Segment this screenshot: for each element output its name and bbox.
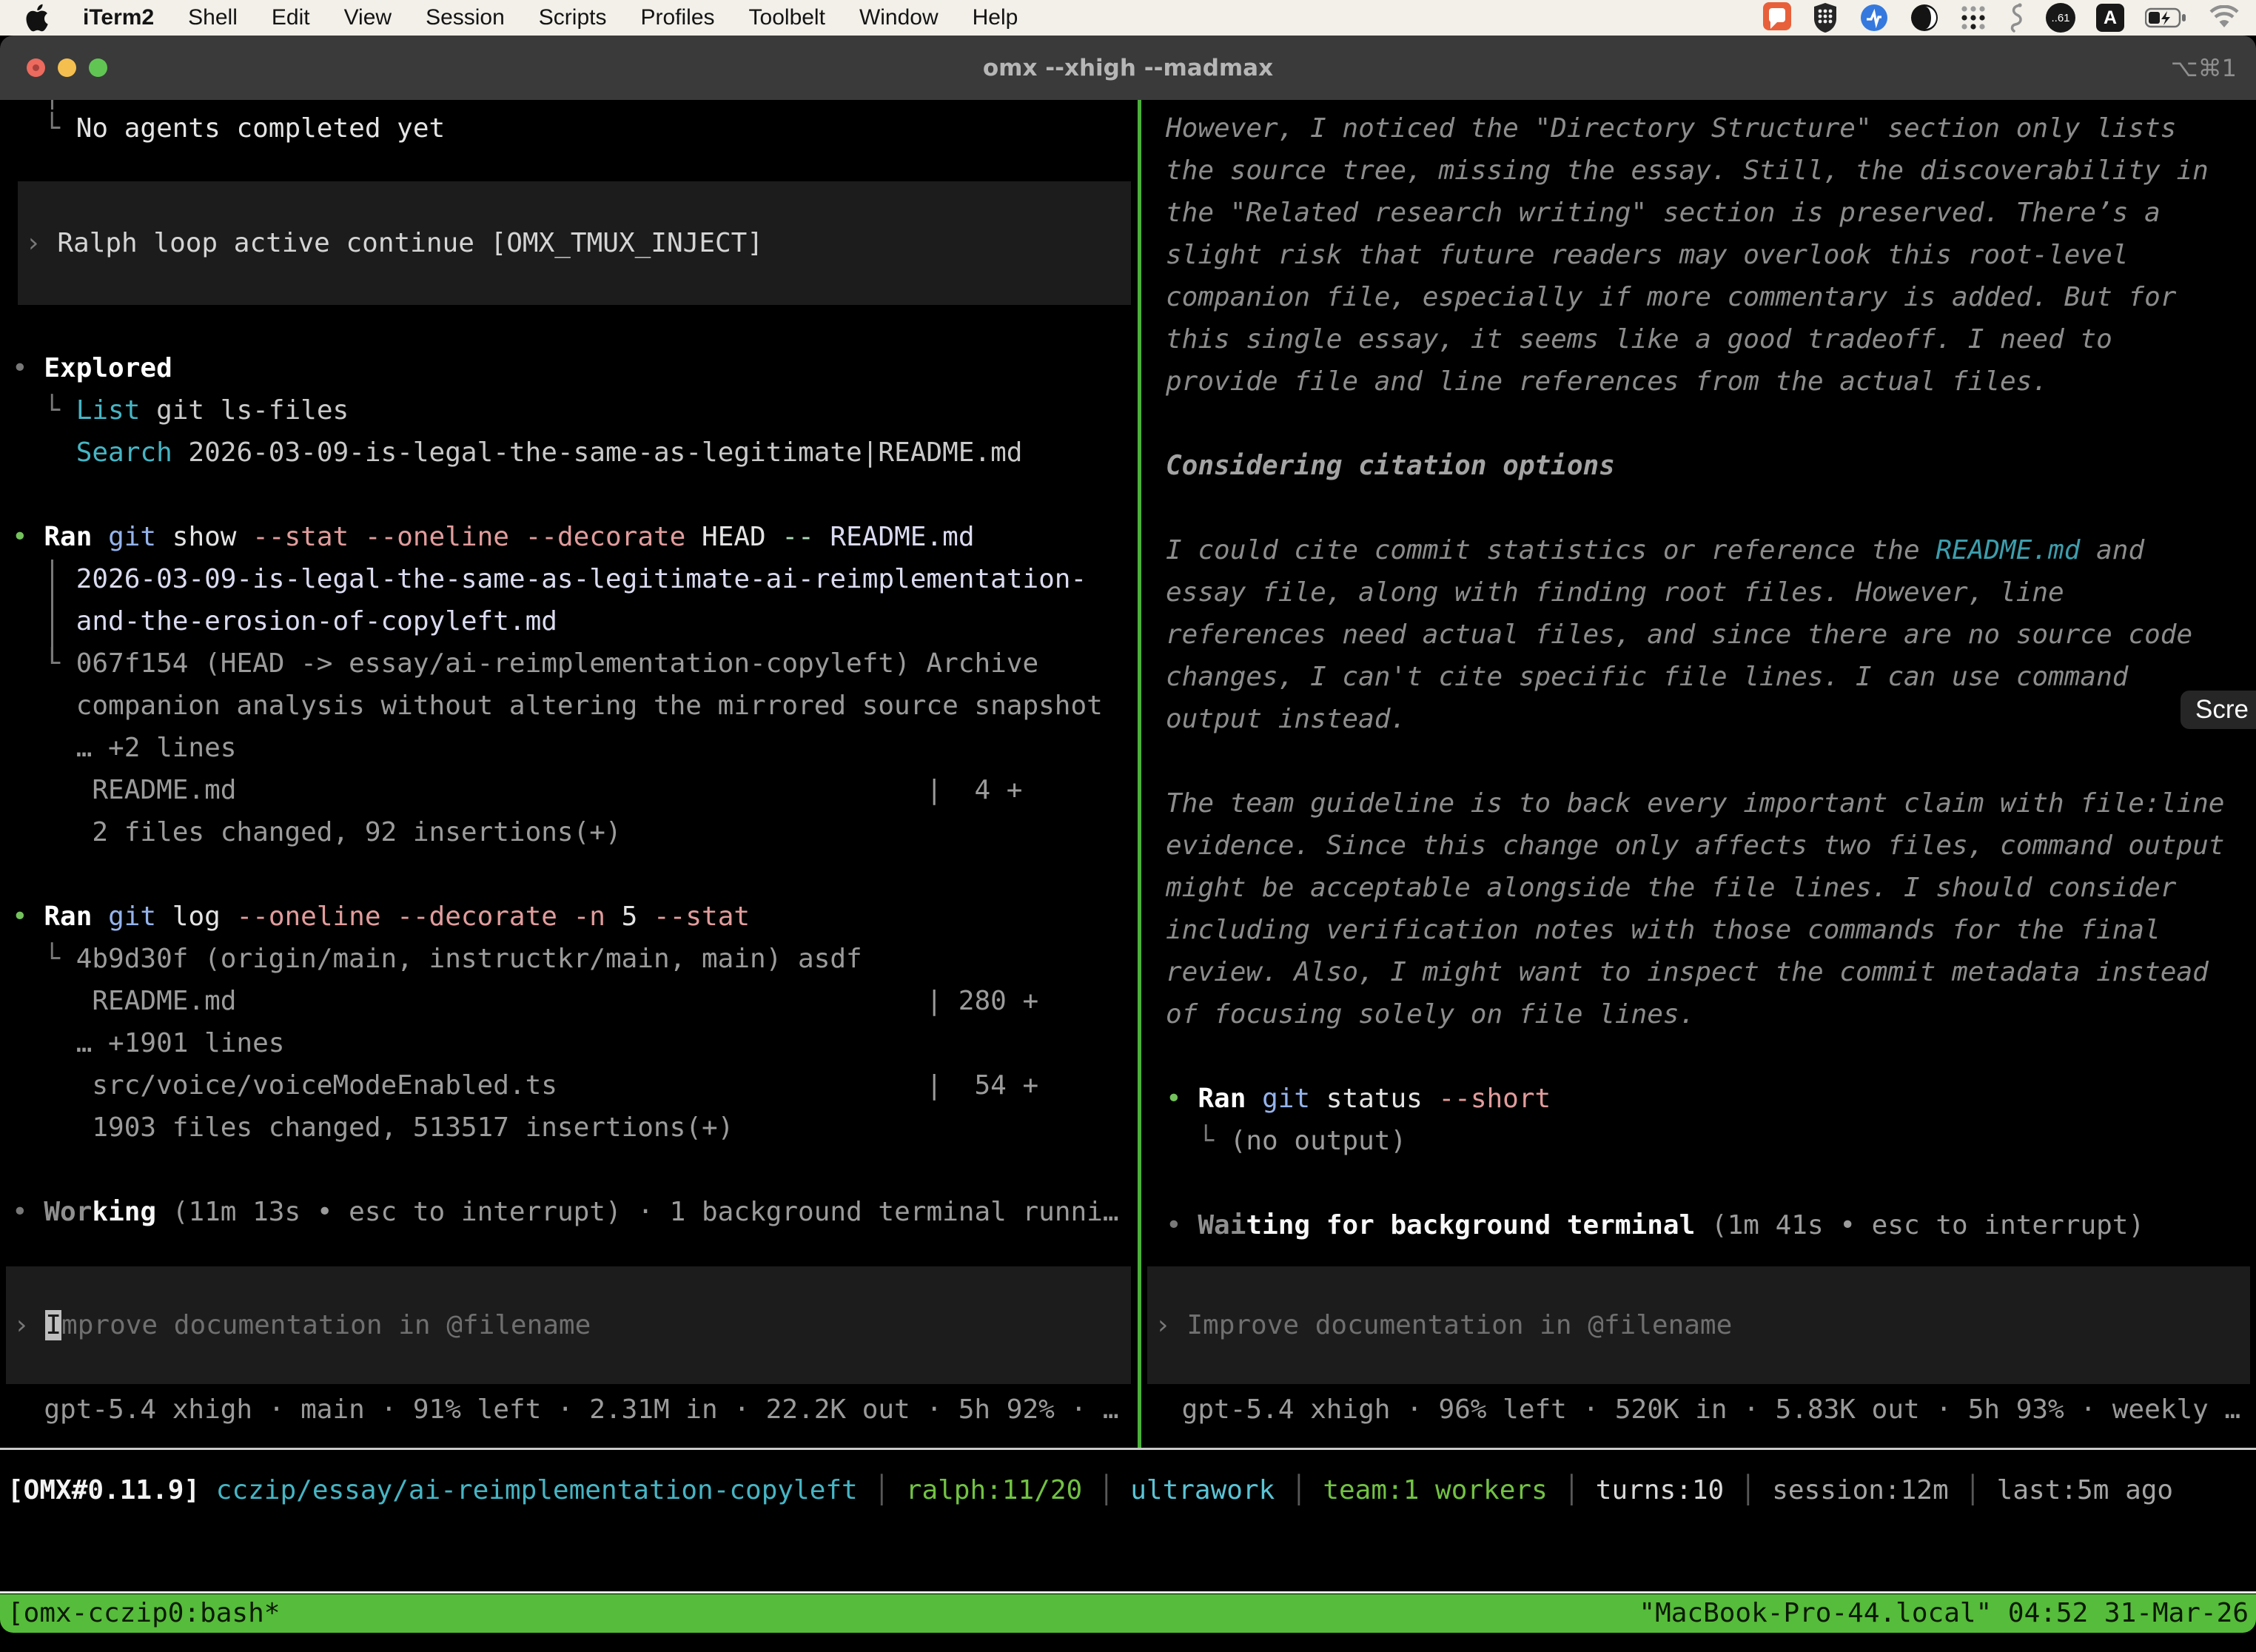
terminal-line: slight risk that future readers may over… bbox=[1166, 234, 2256, 276]
battery-icon[interactable] bbox=[2145, 1, 2188, 34]
menu-item-window[interactable]: Window bbox=[859, 5, 939, 30]
terminal-line: including verification notes with those … bbox=[1166, 909, 2256, 951]
menu-status-icons: ..61 A bbox=[1763, 1, 2256, 34]
terminal-line: essay file, along with finding root file… bbox=[1166, 571, 2256, 614]
badge-61-icon[interactable]: ..61 bbox=[2046, 1, 2075, 34]
menu-item-edit[interactable]: Edit bbox=[272, 5, 310, 30]
menu-item-profiles[interactable]: Profiles bbox=[640, 5, 714, 30]
terminal-line: and-the-erosion-of-copyleft.md bbox=[12, 600, 1138, 642]
terminal-line: changes, I can't cite specific file line… bbox=[1166, 656, 2256, 698]
terminal-line: • Ran git show --stat --oneline --decora… bbox=[12, 516, 1138, 558]
terminal-scrollback: └ No agents completed yet › Ralph loop ac… bbox=[0, 100, 1138, 1233]
menu-item-toolbelt[interactable]: Toolbelt bbox=[749, 5, 825, 30]
terminal-line: Considering citation options bbox=[1166, 445, 2256, 487]
terminal-pane-right[interactable]: However, I noticed the "Directory Struct… bbox=[1141, 100, 2256, 1448]
menu-item-scripts[interactable]: Scripts bbox=[539, 5, 607, 30]
tmux-status-bar: [omx-cczip0:bash* "MacBook-Pro-44.local"… bbox=[0, 1594, 2256, 1633]
terminal-line: … +1901 lines bbox=[12, 1022, 1138, 1064]
menu-item-session[interactable]: Session bbox=[426, 5, 505, 30]
terminal-line: • Ran git status --short bbox=[1166, 1078, 2256, 1120]
prompt-input[interactable]: › Improve documentation in @filename bbox=[1155, 1304, 2243, 1346]
tmux-separator-line bbox=[0, 1591, 2256, 1594]
close-button-icon[interactable] bbox=[27, 58, 45, 77]
shield-grid-icon[interactable] bbox=[1812, 1, 1839, 34]
terminal-line: might be acceptable alongside the file l… bbox=[1166, 867, 2256, 909]
menu-item-help[interactable]: Help bbox=[973, 5, 1018, 30]
model-status-line: gpt-5.4 xhigh · main · 91% left · 2.31M … bbox=[12, 1389, 1119, 1431]
terminal-line: the "Related research writing" section i… bbox=[1166, 192, 2256, 234]
omx-status-bar: [OMX#0.11.9] cczip/essay/ai-reimplementa… bbox=[0, 1469, 2256, 1511]
terminal-line: references need actual files, and since … bbox=[1166, 614, 2256, 656]
prompt-box[interactable]: › Ralph loop active continue [OMX_TMUX_I… bbox=[18, 181, 1131, 305]
menu-item-shell[interactable]: Shell bbox=[188, 5, 238, 30]
zoom-button-icon[interactable] bbox=[89, 58, 107, 77]
pulse-badge-icon[interactable] bbox=[1859, 1, 1889, 34]
terminal-line: README.md | 4 + bbox=[12, 769, 1138, 811]
terminal-line: review. Also, I might want to inspect th… bbox=[1166, 951, 2256, 993]
model-status-line: gpt-5.4 xhigh · 96% left · 520K in · 5.8… bbox=[1166, 1389, 2240, 1431]
terminal-line: provide file and line references from th… bbox=[1166, 360, 2256, 403]
terminal-line: 2026-03-09-is-legal-the-same-as-legitima… bbox=[12, 558, 1138, 600]
macos-menu-bar: iTerm2 Shell Edit View Session Scripts Profile… bbox=[0, 0, 2256, 36]
screen-share-overlay[interactable]: Scre bbox=[2181, 691, 2256, 729]
terminal-line: the source tree, missing the essay. Stil… bbox=[1166, 150, 2256, 192]
apple-icon[interactable] bbox=[25, 1, 49, 34]
chat-badge-icon[interactable] bbox=[1763, 1, 1791, 34]
tmux-host-clock-label: "MacBook-Pro-44.local" 04:52 31-Mar-26 bbox=[1639, 1594, 2249, 1633]
terminal-line: 1903 files changed, 513517 insertions(+) bbox=[12, 1107, 1138, 1149]
prompt-box[interactable]: › Improve documentation in @filename bbox=[1147, 1266, 2250, 1384]
terminal-line: src/voice/voiceModeEnabled.ts | 54 + bbox=[12, 1064, 1138, 1107]
terminal-line: • Waiting for background terminal (1m 41… bbox=[1166, 1204, 2256, 1246]
minimize-button-icon[interactable] bbox=[58, 58, 76, 77]
terminal-line: … +2 lines bbox=[12, 727, 1138, 769]
menu-item-iterm2[interactable]: iTerm2 bbox=[83, 5, 154, 30]
window-title: omx --xhigh --madmax bbox=[0, 55, 2256, 81]
terminal-line: evidence. Since this change only affects… bbox=[1166, 825, 2256, 867]
terminal-line: this single essay, it seems like a good … bbox=[1166, 318, 2256, 360]
pie-badge-icon[interactable] bbox=[1910, 1, 1939, 34]
status-separator-line bbox=[0, 1448, 2256, 1450]
terminal-line: └ No agents completed yet bbox=[12, 107, 1138, 150]
terminal-line: └ List git ls-files bbox=[12, 389, 1138, 432]
terminal-line: However, I noticed the "Directory Struct… bbox=[1166, 107, 2256, 150]
terminal-scrollback: However, I noticed the "Directory Struct… bbox=[1141, 100, 2256, 1246]
dots-grid-icon[interactable] bbox=[1960, 1, 1987, 34]
terminal-line: └ (no output) bbox=[1166, 1120, 2256, 1162]
window-titlebar[interactable]: omx --xhigh --madmax ⌥⌘1 bbox=[0, 36, 2256, 100]
terminal-line: • Working (11m 13s • esc to interrupt) ·… bbox=[12, 1191, 1138, 1233]
input-source-a-icon[interactable]: A bbox=[2096, 1, 2124, 34]
menu-items: iTerm2 Shell Edit View Session Scripts Profile… bbox=[0, 1, 1018, 34]
tmux-session-label: [omx-cczip0:bash* bbox=[7, 1594, 280, 1633]
terminal-line: └ 067f154 (HEAD -> essay/ai-reimplementa… bbox=[12, 642, 1138, 685]
terminal-line: › Ralph loop active continue [OMX_TMUX_I… bbox=[25, 222, 1124, 264]
terminal-line: companion file, especially if more comme… bbox=[1166, 276, 2256, 318]
prompt-box[interactable]: › Improve documentation in @filename bbox=[6, 1266, 1131, 1384]
terminal-line: output instead. bbox=[1166, 698, 2256, 740]
traffic-lights bbox=[27, 36, 107, 100]
terminal-line: The team guideline is to back every impo… bbox=[1166, 782, 2256, 825]
hook-glyph-icon[interactable] bbox=[2007, 1, 2025, 34]
terminal-line: • Ran git log --oneline --decorate -n 5 … bbox=[12, 896, 1138, 938]
terminal-line: README.md | 280 + bbox=[12, 980, 1138, 1022]
terminal-line: I could cite commit statistics or refere… bbox=[1166, 529, 2256, 571]
prompt-input[interactable]: › Improve documentation in @filename bbox=[13, 1304, 1124, 1346]
wifi-icon[interactable] bbox=[2209, 1, 2240, 34]
terminal-line: └ 4b9d30f (origin/main, instructkr/main,… bbox=[12, 938, 1138, 980]
terminal-pane-left[interactable]: └ No agents completed yet › Ralph loop ac… bbox=[0, 100, 1138, 1448]
menu-item-view[interactable]: View bbox=[344, 5, 392, 30]
terminal-line: 2 files changed, 92 insertions(+) bbox=[12, 811, 1138, 853]
terminal-line: of focusing solely on file lines. bbox=[1166, 993, 2256, 1035]
iterm2-window: omx --xhigh --madmax ⌥⌘1 └ No agents com… bbox=[0, 36, 2256, 1633]
terminal-line: companion analysis without altering the … bbox=[12, 685, 1138, 727]
window-shortcut-badge: ⌥⌘1 bbox=[2171, 54, 2237, 82]
terminal-line: Search 2026-03-09-is-legal-the-same-as-l… bbox=[12, 432, 1138, 474]
terminal-line: • Explored bbox=[12, 347, 1138, 389]
